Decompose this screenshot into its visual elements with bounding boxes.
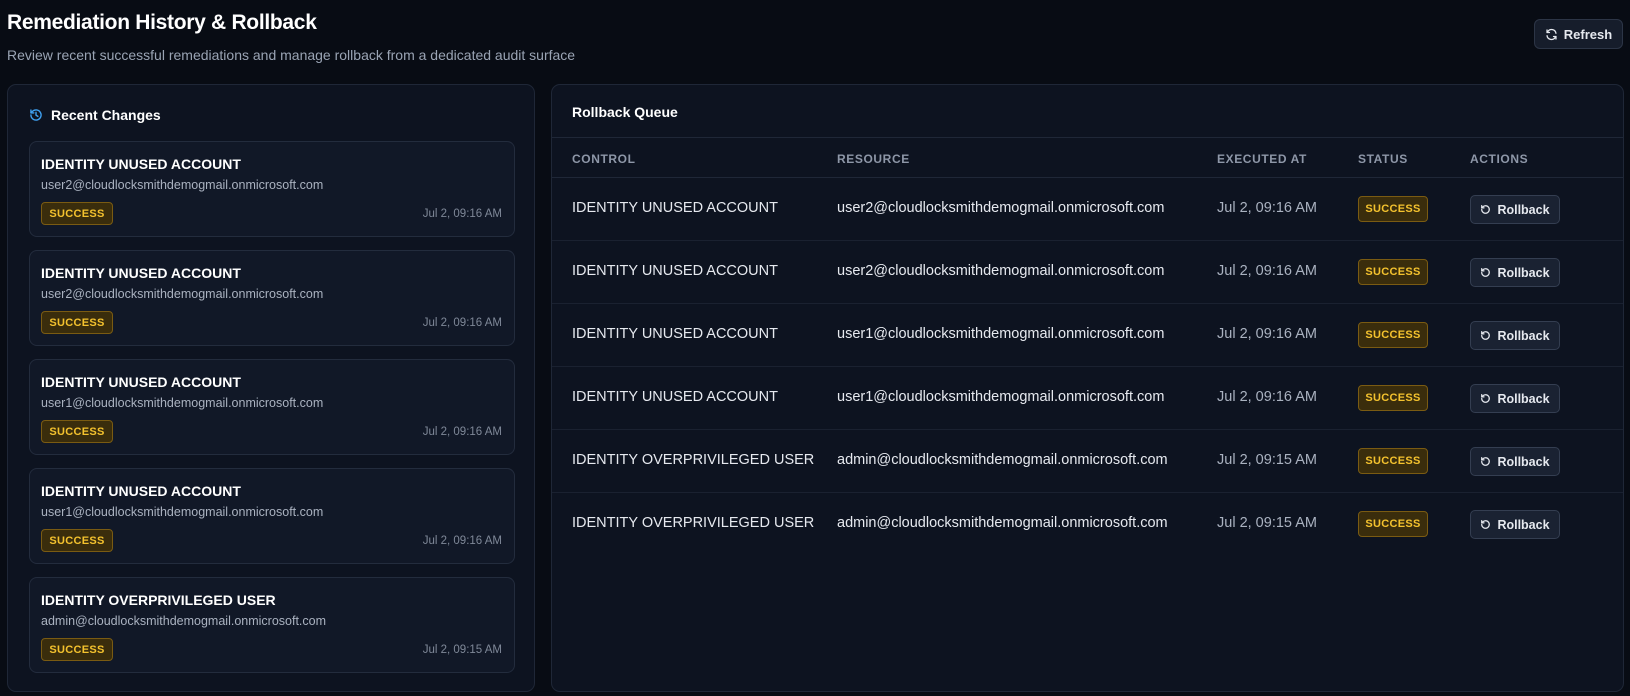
history-icon	[30, 109, 42, 121]
table-row: IDENTITY UNUSED ACCOUNT user2@cloudlocks…	[552, 178, 1623, 241]
change-time: Jul 2, 09:16 AM	[422, 426, 502, 438]
change-resource: user2@cloudlocksmithdemogmail.onmicrosof…	[41, 287, 324, 301]
rollback-button[interactable]: Rollback	[1470, 195, 1560, 224]
change-resource: user1@cloudlocksmithdemogmail.onmicrosof…	[41, 396, 324, 410]
column-header-status: STATUS	[1358, 152, 1408, 166]
column-header-resource: RESOURCE	[837, 152, 910, 166]
column-header-executed-at: EXECUTED AT	[1217, 152, 1307, 166]
change-time: Jul 2, 09:16 AM	[422, 535, 502, 547]
change-card[interactable]: IDENTITY UNUSED ACCOUNT user1@cloudlocks…	[29, 359, 515, 455]
table-row: IDENTITY UNUSED ACCOUNT user1@cloudlocks…	[552, 367, 1623, 430]
cell-resource: user2@cloudlocksmithdemogmail.onmicrosof…	[837, 200, 1165, 216]
status-badge: SUCCESS	[41, 202, 113, 225]
rollback-button[interactable]: Rollback	[1470, 321, 1560, 350]
change-resource: user2@cloudlocksmithdemogmail.onmicrosof…	[41, 178, 324, 192]
rollback-queue-panel: Rollback Queue CONTROL RESOURCE EXECUTED…	[551, 84, 1624, 692]
rollback-label: Rollback	[1497, 328, 1550, 343]
table-header: CONTROL RESOURCE EXECUTED AT STATUS ACTI…	[552, 138, 1623, 178]
rollback-label: Rollback	[1497, 454, 1550, 469]
change-card[interactable]: IDENTITY UNUSED ACCOUNT user2@cloudlocks…	[29, 250, 515, 346]
status-badge: SUCCESS	[1358, 385, 1428, 411]
column-header-control: CONTROL	[572, 152, 636, 166]
recent-changes-header: Recent Changes	[29, 107, 161, 123]
cell-executed-at: Jul 2, 09:16 AM	[1217, 389, 1317, 405]
undo-icon	[1481, 457, 1491, 466]
table-row: IDENTITY UNUSED ACCOUNT user2@cloudlocks…	[552, 241, 1623, 304]
cell-executed-at: Jul 2, 09:16 AM	[1217, 326, 1317, 342]
change-card[interactable]: IDENTITY UNUSED ACCOUNT user1@cloudlocks…	[29, 468, 515, 564]
cell-control: IDENTITY UNUSED ACCOUNT	[572, 389, 778, 405]
cell-executed-at: Jul 2, 09:16 AM	[1217, 263, 1317, 279]
change-control: IDENTITY UNUSED ACCOUNT	[41, 156, 241, 172]
rollback-button[interactable]: Rollback	[1470, 447, 1560, 476]
rollback-button[interactable]: Rollback	[1470, 510, 1560, 539]
cell-control: IDENTITY OVERPRIVILEGED USER	[572, 515, 815, 531]
undo-icon	[1481, 205, 1491, 214]
undo-icon	[1481, 268, 1491, 277]
change-time: Jul 2, 09:16 AM	[422, 317, 502, 329]
change-resource: admin@cloudlocksmithdemogmail.onmicrosof…	[41, 614, 327, 628]
rollback-label: Rollback	[1497, 202, 1550, 217]
status-badge: SUCCESS	[41, 638, 113, 661]
status-badge: SUCCESS	[1358, 322, 1428, 348]
cell-executed-at: Jul 2, 09:15 AM	[1217, 452, 1317, 468]
change-card[interactable]: IDENTITY UNUSED ACCOUNT user2@cloudlocks…	[29, 141, 515, 237]
page-title: Remediation History & Rollback	[7, 11, 317, 34]
page: Remediation History & Rollback Review re…	[0, 0, 1630, 696]
rollback-label: Rollback	[1497, 391, 1550, 406]
undo-icon	[1481, 520, 1491, 529]
cell-control: IDENTITY UNUSED ACCOUNT	[572, 200, 778, 216]
recent-changes-title: Recent Changes	[51, 107, 161, 123]
cell-resource: admin@cloudlocksmithdemogmail.onmicrosof…	[837, 452, 1168, 468]
status-badge: SUCCESS	[1358, 511, 1428, 537]
rollback-queue-title: Rollback Queue	[572, 104, 678, 120]
rollback-button[interactable]: Rollback	[1470, 258, 1560, 287]
cell-resource: user1@cloudlocksmithdemogmail.onmicrosof…	[837, 326, 1165, 342]
status-badge: SUCCESS	[1358, 196, 1428, 222]
status-badge: SUCCESS	[41, 529, 113, 552]
refresh-button[interactable]: Refresh	[1534, 19, 1623, 49]
cell-control: IDENTITY UNUSED ACCOUNT	[572, 326, 778, 342]
status-badge: SUCCESS	[41, 420, 113, 443]
table-row: IDENTITY OVERPRIVILEGED USER admin@cloud…	[552, 430, 1623, 493]
column-header-actions: ACTIONS	[1470, 152, 1529, 166]
status-badge: SUCCESS	[41, 311, 113, 334]
cell-control: IDENTITY UNUSED ACCOUNT	[572, 263, 778, 279]
change-resource: user1@cloudlocksmithdemogmail.onmicrosof…	[41, 505, 324, 519]
status-badge: SUCCESS	[1358, 448, 1428, 474]
rollback-table: CONTROL RESOURCE EXECUTED AT STATUS ACTI…	[552, 138, 1623, 556]
refresh-label: Refresh	[1563, 26, 1613, 42]
status-badge: SUCCESS	[1358, 259, 1428, 285]
undo-icon	[1481, 394, 1491, 403]
undo-icon	[1481, 331, 1491, 340]
page-header: Remediation History & Rollback Review re…	[7, 10, 575, 64]
cell-resource: user2@cloudlocksmithdemogmail.onmicrosof…	[837, 263, 1165, 279]
recent-changes-list: IDENTITY UNUSED ACCOUNT user2@cloudlocks…	[29, 141, 515, 686]
cell-executed-at: Jul 2, 09:15 AM	[1217, 515, 1317, 531]
change-control: IDENTITY UNUSED ACCOUNT	[41, 483, 241, 499]
rollback-button[interactable]: Rollback	[1470, 384, 1560, 413]
cell-resource: user1@cloudlocksmithdemogmail.onmicrosof…	[837, 389, 1165, 405]
change-card[interactable]: IDENTITY OVERPRIVILEGED USER admin@cloud…	[29, 577, 515, 673]
cell-resource: admin@cloudlocksmithdemogmail.onmicrosof…	[837, 515, 1168, 531]
cell-control: IDENTITY OVERPRIVILEGED USER	[572, 452, 815, 468]
cell-executed-at: Jul 2, 09:16 AM	[1217, 200, 1317, 216]
table-row: IDENTITY OVERPRIVILEGED USER admin@cloud…	[552, 493, 1623, 556]
change-control: IDENTITY UNUSED ACCOUNT	[41, 374, 241, 390]
change-control: IDENTITY UNUSED ACCOUNT	[41, 265, 241, 281]
change-time: Jul 2, 09:15 AM	[422, 644, 502, 656]
rollback-label: Rollback	[1497, 265, 1550, 280]
refresh-icon	[1546, 28, 1557, 40]
table-row: IDENTITY UNUSED ACCOUNT user1@cloudlocks…	[552, 304, 1623, 367]
rollback-label: Rollback	[1497, 517, 1550, 532]
change-control: IDENTITY OVERPRIVILEGED USER	[41, 592, 276, 608]
recent-changes-panel: Recent Changes IDENTITY UNUSED ACCOUNT u…	[7, 84, 535, 692]
page-subtitle: Review recent successful remediations an…	[7, 47, 576, 63]
change-time: Jul 2, 09:16 AM	[422, 208, 502, 220]
